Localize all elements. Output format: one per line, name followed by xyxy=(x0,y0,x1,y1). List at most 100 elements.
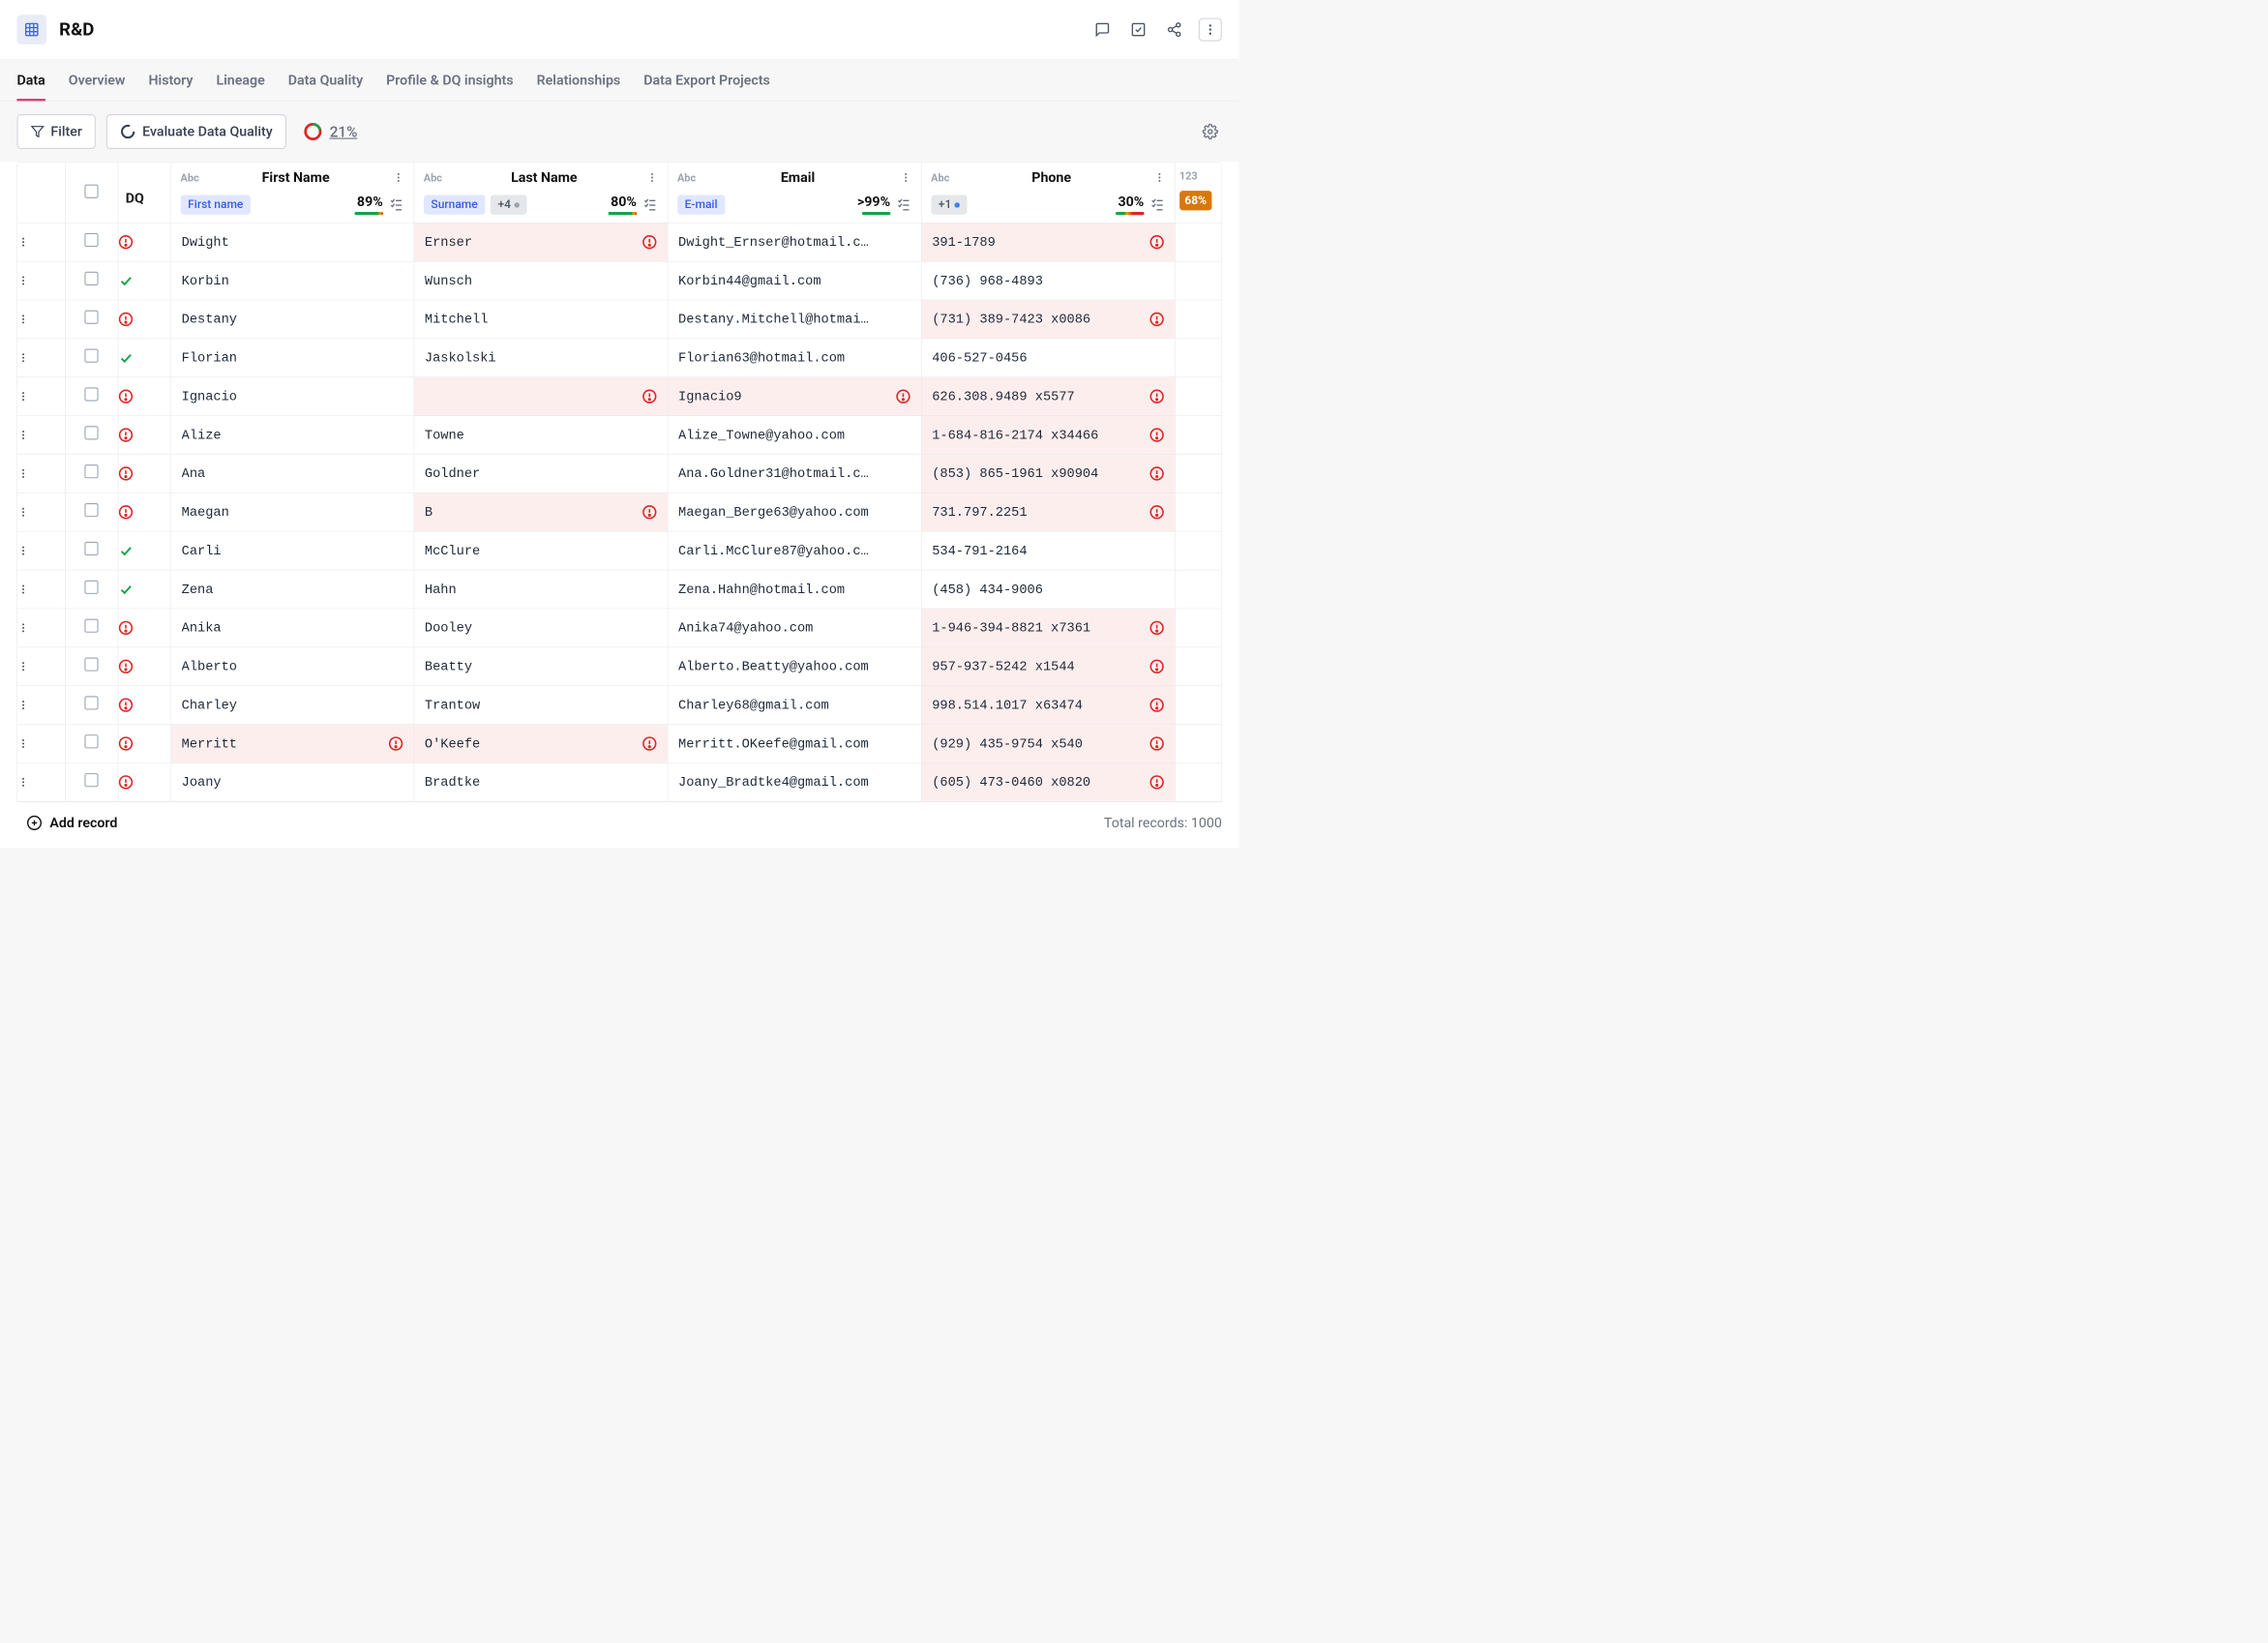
cell-email[interactable]: Maegan_Berge63@yahoo.com xyxy=(668,493,921,531)
cell-email[interactable]: Alize_Towne@yahoo.com xyxy=(668,416,921,455)
row-checkbox[interactable] xyxy=(84,619,98,633)
row-menu[interactable] xyxy=(17,531,65,570)
cell-lname[interactable]: Jaskolski xyxy=(414,339,668,377)
tab-data[interactable]: Data xyxy=(16,60,45,102)
cell-extra[interactable] xyxy=(1175,300,1222,339)
cell-extra[interactable] xyxy=(1175,686,1222,725)
cell-lname[interactable]: Ernser xyxy=(414,223,668,261)
tasks-button[interactable] xyxy=(1126,18,1149,42)
column-menu-icon[interactable] xyxy=(900,172,911,184)
cell-phone[interactable]: 534-791-2164 xyxy=(921,531,1175,570)
cell-extra[interactable] xyxy=(1175,416,1222,455)
sort-icon[interactable] xyxy=(388,196,403,212)
more-chip[interactable]: +4 xyxy=(491,194,527,214)
evaluate-dq-button[interactable]: Evaluate Data Quality xyxy=(106,114,286,149)
cell-lname[interactable]: Goldner xyxy=(414,454,668,493)
cell-fname[interactable]: Carli xyxy=(170,531,413,570)
cell-email[interactable]: Dwight_Ernser@hotmail.c… xyxy=(668,223,921,261)
row-menu[interactable] xyxy=(17,647,65,686)
tab-data-export-projects[interactable]: Data Export Projects xyxy=(643,60,770,102)
cell-email[interactable]: Ignacio9 xyxy=(668,377,921,416)
cell-phone[interactable]: 1-946-394-8821 x7361 xyxy=(921,609,1175,647)
cell-phone[interactable]: (736) 968-4893 xyxy=(921,261,1175,300)
row-checkbox[interactable] xyxy=(84,464,98,478)
sort-icon[interactable] xyxy=(1149,196,1165,212)
cell-fname[interactable]: Joany xyxy=(170,762,413,801)
cell-phone[interactable]: 731.797.2251 xyxy=(921,493,1175,531)
select-all-checkbox[interactable] xyxy=(84,185,98,198)
row-checkbox[interactable] xyxy=(84,581,98,594)
cell-fname[interactable]: Ana xyxy=(170,454,413,493)
header-extra[interactable]: 123 68% xyxy=(1175,163,1222,224)
cell-extra[interactable] xyxy=(1175,454,1222,493)
comment-button[interactable] xyxy=(1090,18,1114,42)
overall-dq-score[interactable]: 21% xyxy=(303,122,357,141)
column-menu-icon[interactable] xyxy=(393,172,404,184)
tab-profile-dq-insights[interactable]: Profile & DQ insights xyxy=(386,60,513,102)
row-menu[interactable] xyxy=(17,261,65,300)
cell-extra[interactable] xyxy=(1175,377,1222,416)
column-menu-icon[interactable] xyxy=(1153,172,1165,184)
cell-extra[interactable] xyxy=(1175,762,1222,801)
row-menu[interactable] xyxy=(17,454,65,493)
term-chip[interactable]: Surname xyxy=(424,194,486,214)
filter-button[interactable]: Filter xyxy=(16,114,96,149)
row-checkbox[interactable] xyxy=(84,272,98,285)
cell-fname[interactable]: Zena xyxy=(170,570,413,609)
more-chip[interactable]: +1 xyxy=(931,194,968,214)
cell-extra[interactable] xyxy=(1175,647,1222,686)
cell-lname[interactable]: B xyxy=(414,493,668,531)
row-menu[interactable] xyxy=(17,686,65,725)
row-menu[interactable] xyxy=(17,725,65,763)
cell-lname[interactable]: Beatty xyxy=(414,647,668,686)
cell-lname[interactable]: Mitchell xyxy=(414,300,668,339)
header-phone[interactable]: Abc Phone +1 30% xyxy=(921,163,1175,224)
tab-relationships[interactable]: Relationships xyxy=(537,60,621,102)
cell-email[interactable]: Carli.McClure87@yahoo.c… xyxy=(668,531,921,570)
cell-lname[interactable]: Dooley xyxy=(414,609,668,647)
cell-lname[interactable]: Hahn xyxy=(414,570,668,609)
cell-fname[interactable]: Merritt xyxy=(170,725,413,763)
cell-lname[interactable]: O'Keefe xyxy=(414,725,668,763)
cell-email[interactable]: Korbin44@gmail.com xyxy=(668,261,921,300)
cell-extra[interactable] xyxy=(1175,493,1222,531)
row-checkbox[interactable] xyxy=(84,348,98,362)
cell-phone[interactable]: 998.514.1017 x63474 xyxy=(921,686,1175,725)
cell-fname[interactable]: Ignacio xyxy=(170,377,413,416)
row-checkbox[interactable] xyxy=(84,542,98,555)
cell-email[interactable]: Merritt.OKeefe@gmail.com xyxy=(668,725,921,763)
cell-email[interactable]: Alberto.Beatty@yahoo.com xyxy=(668,647,921,686)
cell-lname[interactable]: Wunsch xyxy=(414,261,668,300)
header-first-name[interactable]: Abc First Name First name 89% xyxy=(170,163,413,224)
cell-lname[interactable] xyxy=(414,377,668,416)
cell-extra[interactable] xyxy=(1175,261,1222,300)
cell-phone[interactable]: 1-684-816-2174 x34466 xyxy=(921,416,1175,455)
cell-extra[interactable] xyxy=(1175,339,1222,377)
cell-extra[interactable] xyxy=(1175,609,1222,647)
cell-phone[interactable]: (458) 434-9006 xyxy=(921,570,1175,609)
share-button[interactable] xyxy=(1163,18,1186,42)
cell-fname[interactable]: Anika xyxy=(170,609,413,647)
add-record-button[interactable]: Add record xyxy=(26,815,117,830)
cell-fname[interactable]: Charley xyxy=(170,686,413,725)
cell-fname[interactable]: Alberto xyxy=(170,647,413,686)
cell-phone[interactable]: (605) 473-0460 x0820 xyxy=(921,762,1175,801)
tab-overview[interactable]: Overview xyxy=(69,60,126,102)
column-menu-icon[interactable] xyxy=(646,172,658,184)
cell-phone[interactable]: (929) 435-9754 x540 xyxy=(921,725,1175,763)
cell-phone[interactable]: 957-937-5242 x1544 xyxy=(921,647,1175,686)
cell-extra[interactable] xyxy=(1175,223,1222,261)
settings-button[interactable] xyxy=(1199,120,1222,143)
cell-phone[interactable]: 406-527-0456 xyxy=(921,339,1175,377)
row-checkbox[interactable] xyxy=(84,387,98,401)
cell-fname[interactable]: Destany xyxy=(170,300,413,339)
cell-extra[interactable] xyxy=(1175,531,1222,570)
row-checkbox[interactable] xyxy=(84,734,98,748)
row-checkbox[interactable] xyxy=(84,657,98,671)
row-menu[interactable] xyxy=(17,762,65,801)
term-chip[interactable]: First name xyxy=(181,194,251,214)
cell-phone[interactable]: 391-1789 xyxy=(921,223,1175,261)
tab-data-quality[interactable]: Data Quality xyxy=(288,60,363,102)
row-menu[interactable] xyxy=(17,339,65,377)
header-last-name[interactable]: Abc Last Name Surname +4 80% xyxy=(414,163,668,224)
